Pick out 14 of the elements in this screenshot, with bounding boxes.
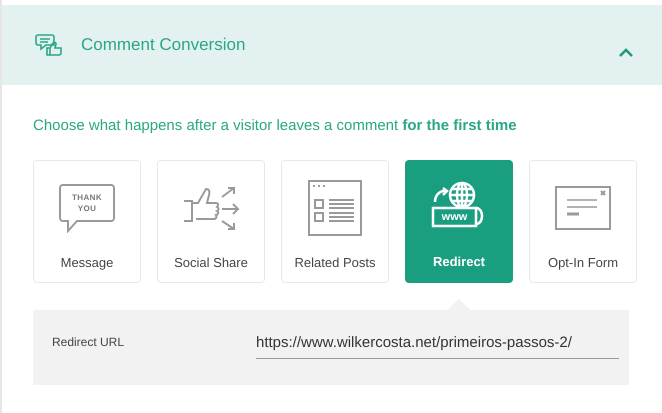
chevron-up-icon[interactable] (618, 47, 634, 57)
prompt-text: Choose what happens after a visitor leaves a comment for the first time (33, 116, 518, 136)
option-card[interactable]: THANK YOU Message (33, 160, 141, 282)
url-field[interactable]: https://www.wilkercosta.net/primeiros-passos-2/ (256, 332, 619, 359)
field-label: Redirect URL (52, 334, 126, 350)
thumbs-up-arrows-icon (182, 184, 240, 230)
section-title: Comment Conversion (81, 34, 246, 56)
speech-bubble-icon: THANK YOU (59, 182, 115, 232)
chat-thumbs-up-icon (35, 33, 63, 57)
document-list-icon (308, 180, 362, 236)
option-card[interactable]: Social Share (157, 160, 265, 282)
popup-window-icon (555, 186, 611, 230)
option-card[interactable]: Opt-In Form (529, 160, 637, 282)
option-card[interactable]: Related Posts (281, 160, 389, 282)
